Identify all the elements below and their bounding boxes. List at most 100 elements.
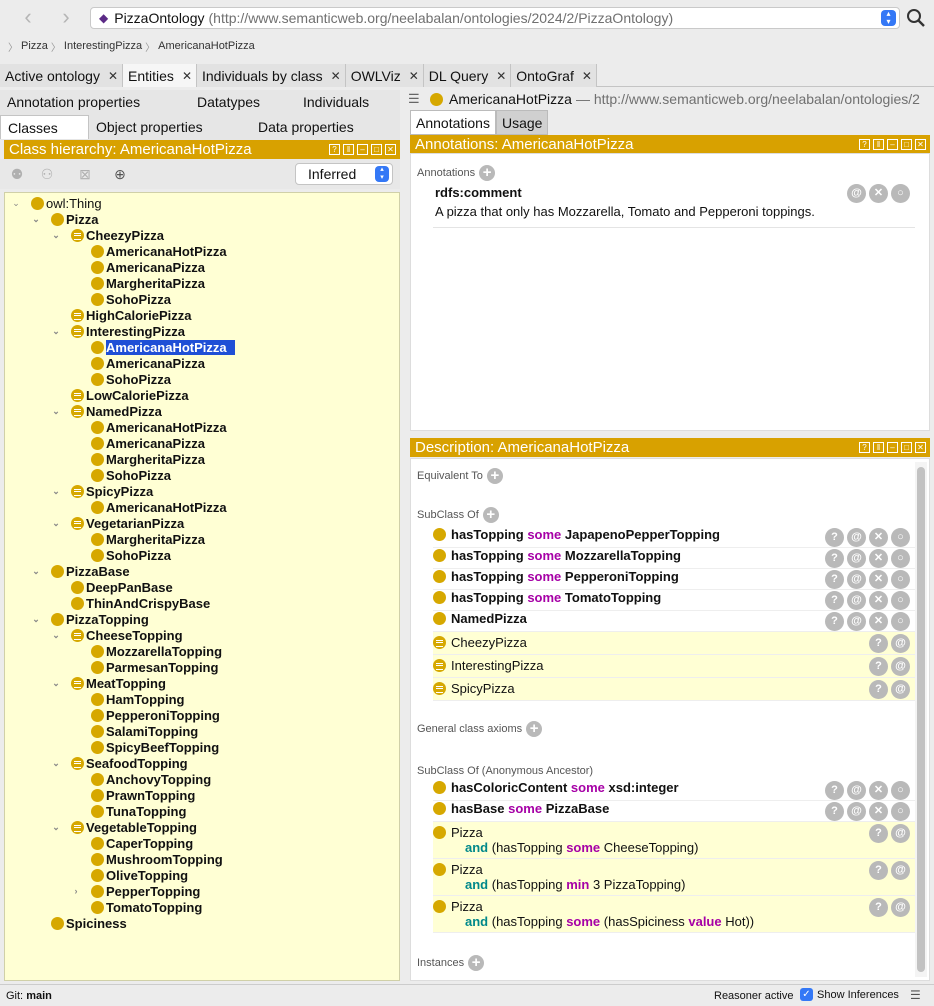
chevron-down-icon[interactable]: ⌄: [51, 406, 61, 417]
annotate-icon[interactable]: @: [847, 591, 866, 610]
help-icon[interactable]: ?: [869, 898, 888, 917]
tree-node[interactable]: AmericanaHotPizza: [91, 243, 227, 259]
tree-node[interactable]: SohoPizza: [91, 547, 171, 563]
minimize-icon[interactable]: –: [887, 442, 898, 453]
help-icon[interactable]: ?: [859, 139, 870, 150]
tree-node[interactable]: MargheritaPizza: [91, 531, 205, 547]
tab-individuals[interactable]: Individuals: [296, 90, 396, 114]
delete-class-icon[interactable]: ⊠: [76, 166, 94, 182]
help-icon[interactable]: ?: [825, 781, 844, 800]
split-icon[interactable]: ‖: [873, 139, 884, 150]
ontology-address-bar[interactable]: ◆ PizzaOntology (http://www.semanticweb.…: [90, 7, 900, 29]
chevron-down-icon[interactable]: ⌄: [31, 614, 41, 625]
chevron-down-icon[interactable]: ⌄: [31, 214, 41, 225]
close-icon[interactable]: ✕: [496, 69, 506, 83]
breadcrumb-item[interactable]: Pizza: [21, 40, 48, 52]
chevron-down-icon[interactable]: ⌄: [51, 230, 61, 241]
tree-node[interactable]: MozzarellaTopping: [91, 643, 222, 659]
tree-node[interactable]: ⌄ Pizza: [32, 211, 98, 227]
help-icon[interactable]: ?: [825, 591, 844, 610]
tab-dl-query[interactable]: DL Query ✕: [423, 64, 512, 87]
tree-node[interactable]: TunaTopping: [91, 803, 186, 819]
tree-node[interactable]: PepperoniTopping: [91, 707, 220, 723]
delete-icon[interactable]: ✕: [869, 612, 888, 631]
edit-icon[interactable]: ○: [891, 781, 910, 800]
annotate-icon[interactable]: @: [847, 549, 866, 568]
annotation-row[interactable]: rdfs:comment A pizza that only has Mozza…: [433, 185, 915, 228]
tree-node[interactable]: HighCaloriePizza: [71, 307, 191, 323]
tree-node[interactable]: ⌄ SpicyPizza: [52, 483, 153, 499]
close-icon[interactable]: ✕: [385, 144, 396, 155]
crosshair-icon[interactable]: ⊕: [111, 166, 129, 182]
delete-icon[interactable]: ✕: [869, 802, 888, 821]
delete-icon[interactable]: ✕: [869, 781, 888, 800]
chevron-down-icon[interactable]: ⌄: [51, 758, 61, 769]
tab-usage[interactable]: Usage: [495, 110, 549, 135]
edit-icon[interactable]: ○: [891, 549, 910, 568]
help-icon[interactable]: ?: [825, 802, 844, 821]
add-gca-icon[interactable]: +: [526, 721, 543, 737]
delete-icon[interactable]: ✕: [869, 591, 888, 610]
chevron-down-icon[interactable]: ⌄: [51, 518, 61, 529]
add-sibling-icon[interactable]: ⚇: [38, 166, 56, 182]
edit-icon[interactable]: ○: [891, 591, 910, 610]
close-icon[interactable]: ✕: [182, 69, 192, 83]
chevron-down-icon[interactable]: ⌄: [51, 822, 61, 833]
chevron-down-icon[interactable]: ⌄: [11, 198, 21, 209]
tab-data-properties[interactable]: Data properties: [251, 115, 391, 139]
tab-annotation-properties[interactable]: Annotation properties: [0, 90, 190, 114]
maximize-icon[interactable]: □: [901, 139, 912, 150]
split-icon[interactable]: ‖: [873, 442, 884, 453]
tree-node[interactable]: OliveTopping: [91, 867, 188, 883]
ancestor-inferred-row[interactable]: Pizza and (hasTopping some CheeseTopping…: [433, 822, 915, 859]
maximize-icon[interactable]: □: [371, 144, 382, 155]
delete-icon[interactable]: ✕: [869, 184, 888, 203]
tab-annotations[interactable]: Annotations: [410, 110, 496, 135]
chevron-updown-icon[interactable]: ▴ ▾: [881, 10, 896, 26]
menu-icon[interactable]: ☰: [408, 91, 422, 107]
annotate-icon[interactable]: @: [891, 824, 910, 843]
annotate-icon[interactable]: @: [891, 680, 910, 699]
add-subclass-icon[interactable]: ⚉: [8, 166, 26, 182]
edit-icon[interactable]: ○: [891, 528, 910, 547]
tab-datatypes[interactable]: Datatypes: [190, 90, 296, 114]
help-icon[interactable]: ?: [825, 570, 844, 589]
tree-node[interactable]: AmericanaPizza: [91, 259, 205, 275]
add-instance-icon[interactable]: +: [468, 955, 485, 971]
hierarchy-mode-select[interactable]: Inferred ▴ ▾: [295, 163, 393, 185]
annotate-icon[interactable]: @: [891, 861, 910, 880]
annotate-icon[interactable]: @: [891, 898, 910, 917]
tree-node[interactable]: CaperTopping: [91, 835, 193, 851]
chevron-down-icon[interactable]: ⌄: [51, 326, 61, 337]
tree-node[interactable]: HamTopping: [91, 691, 184, 707]
close-icon[interactable]: ✕: [108, 69, 118, 83]
breadcrumb-item[interactable]: InterestingPizza: [64, 40, 142, 52]
add-superclass-icon[interactable]: +: [482, 507, 499, 523]
inferred-superclass-row[interactable]: InterestingPizza: [433, 655, 915, 678]
delete-icon[interactable]: ✕: [869, 570, 888, 589]
tree-node[interactable]: ThinAndCrispyBase: [71, 595, 210, 611]
forward-arrow-icon[interactable]: ›: [54, 6, 78, 30]
tree-node[interactable]: ⌄ PizzaTopping: [32, 611, 149, 627]
help-icon[interactable]: ?: [869, 634, 888, 653]
tree-node[interactable]: SohoPizza: [91, 371, 171, 387]
help-icon[interactable]: ?: [825, 612, 844, 631]
tree-node[interactable]: AmericanaHotPizza: [91, 339, 235, 355]
maximize-icon[interactable]: □: [901, 442, 912, 453]
help-icon[interactable]: ?: [869, 824, 888, 843]
tab-object-properties[interactable]: Object properties: [89, 115, 251, 139]
tree-node[interactable]: ⌄ MeatTopping: [52, 675, 166, 691]
tree-node[interactable]: AmericanaHotPizza: [91, 419, 227, 435]
back-arrow-icon[interactable]: ‹: [16, 6, 40, 30]
tree-node[interactable]: ⌄ CheezyPizza: [52, 227, 164, 243]
tree-node[interactable]: ⌄ NamedPizza: [52, 403, 162, 419]
help-icon[interactable]: ?: [869, 861, 888, 880]
tree-node[interactable]: Spiciness: [51, 915, 127, 931]
tree-node[interactable]: AmericanaPizza: [91, 355, 205, 371]
breadcrumb-item[interactable]: AmericanaHotPizza: [158, 40, 255, 52]
help-icon[interactable]: ?: [869, 680, 888, 699]
tree-node[interactable]: LowCaloriePizza: [71, 387, 189, 403]
tree-node[interactable]: ⌄ VegetarianPizza: [52, 515, 184, 531]
tree-node[interactable]: ⌄ InterestingPizza: [52, 323, 185, 339]
annotate-icon[interactable]: @: [847, 184, 866, 203]
